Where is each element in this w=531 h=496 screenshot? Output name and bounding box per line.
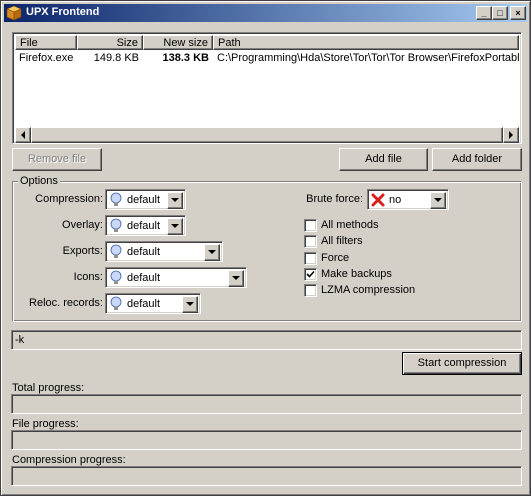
scroll-right-button[interactable] (503, 127, 519, 143)
all-filters-box[interactable] (304, 235, 317, 248)
lzma-compression-label: LZMA compression (321, 284, 416, 296)
chevron-left-icon (21, 131, 25, 139)
compression-value: default (127, 194, 161, 206)
brute-force-label: Brute force: (306, 193, 363, 205)
add-file-button[interactable]: Add file (339, 148, 428, 171)
maximize-button[interactable]: □ (492, 6, 508, 20)
brute-force-dropdown-button[interactable] (430, 192, 446, 209)
make-backups-box[interactable] (304, 268, 317, 281)
chevron-down-icon (208, 250, 216, 254)
package-icon (6, 5, 22, 21)
column-header-path[interactable]: Path (213, 35, 519, 50)
exports-label: Exports: (62, 245, 103, 257)
compression-dropdown-button[interactable] (167, 192, 183, 209)
force-label: Force (321, 252, 350, 264)
chevron-down-icon (232, 276, 240, 280)
chevron-down-icon (171, 224, 179, 228)
minimize-button[interactable]: _ (476, 6, 492, 20)
exports-dropdown-button[interactable] (204, 244, 220, 261)
table-row[interactable]: Firefox.exe 149.8 KB 138.3 KB C:\Program… (15, 51, 519, 65)
lightbulb-icon (110, 192, 122, 206)
cell-file: Firefox.exe (19, 52, 74, 64)
chevron-down-icon (171, 198, 179, 202)
icons-value: default (127, 272, 161, 284)
cell-new-size: 138.3 KB (162, 52, 209, 64)
checkmark-icon (306, 270, 315, 278)
exports-value: default (127, 246, 161, 258)
compression-progress-label: Compression progress: (12, 454, 126, 466)
upx-frontend-window: UPX Frontend _ □ × File Size New size Pa… (0, 0, 531, 496)
file-list-header: File Size New size Path (15, 35, 519, 50)
total-progress-label: Total progress: (12, 382, 85, 394)
total-progress-bar (11, 394, 522, 414)
lightbulb-icon (110, 244, 122, 258)
window-title: UPX Frontend (26, 6, 100, 18)
column-header-size[interactable]: Size (77, 35, 143, 50)
cell-path: C:\Programming\Hda\Store\Tor\Tor\Tor Bro… (217, 52, 519, 64)
exports-select[interactable]: default (105, 241, 223, 262)
overlay-dropdown-button[interactable] (167, 218, 183, 235)
reloc-records-label: Reloc. records: (29, 297, 103, 309)
add-folder-button[interactable]: Add folder (432, 148, 522, 171)
title-bar[interactable]: UPX Frontend _ □ × (4, 4, 527, 22)
start-compression-button[interactable]: Start compression (402, 352, 522, 375)
compression-label: Compression: (35, 193, 103, 205)
compression-progress-bar (11, 466, 522, 486)
file-progress-label: File progress: (12, 418, 79, 430)
overlay-select[interactable]: default (105, 215, 186, 236)
icons-select[interactable]: default (105, 267, 247, 288)
horizontal-scrollbar[interactable] (15, 127, 519, 143)
overlay-value: default (127, 220, 161, 232)
make-backups-label: Make backups (321, 268, 392, 280)
overlay-label: Overlay: (62, 219, 103, 231)
lightbulb-icon (110, 270, 122, 284)
all-methods-label: All methods (321, 219, 379, 231)
all-methods-box[interactable] (304, 219, 317, 232)
chevron-down-icon (186, 302, 194, 306)
red-x-icon (371, 193, 385, 207)
all-filters-label: All filters (321, 235, 363, 247)
chevron-down-icon (434, 198, 442, 202)
scroll-thumb[interactable] (31, 127, 503, 143)
force-box[interactable] (304, 252, 317, 265)
close-button[interactable]: × (510, 6, 526, 20)
column-header-file[interactable]: File (15, 35, 77, 50)
brute-force-select[interactable]: no (367, 189, 449, 210)
options-group-title: Options (18, 175, 60, 187)
lightbulb-icon (110, 218, 122, 232)
compression-select[interactable]: default (105, 189, 186, 210)
reloc-records-value: default (127, 298, 161, 310)
cell-size: 149.8 KB (93, 52, 139, 64)
column-header-new-size[interactable]: New size (143, 35, 213, 50)
reloc-records-dropdown-button[interactable] (182, 296, 198, 313)
command-line-value: -k (15, 334, 25, 346)
reloc-records-select[interactable]: default (105, 293, 201, 314)
lightbulb-icon (110, 296, 122, 310)
lzma-compression-box[interactable] (304, 284, 317, 297)
remove-file-button[interactable]: Remove file (12, 148, 102, 171)
chevron-right-icon (509, 131, 513, 139)
file-list[interactable]: File Size New size Path Firefox.exe 149.… (12, 32, 522, 144)
command-line-field[interactable]: -k (11, 330, 522, 350)
scroll-left-button[interactable] (15, 127, 31, 143)
file-progress-bar (11, 430, 522, 450)
icons-label: Icons: (73, 271, 103, 283)
icons-dropdown-button[interactable] (228, 270, 244, 287)
brute-force-value: no (389, 194, 402, 206)
